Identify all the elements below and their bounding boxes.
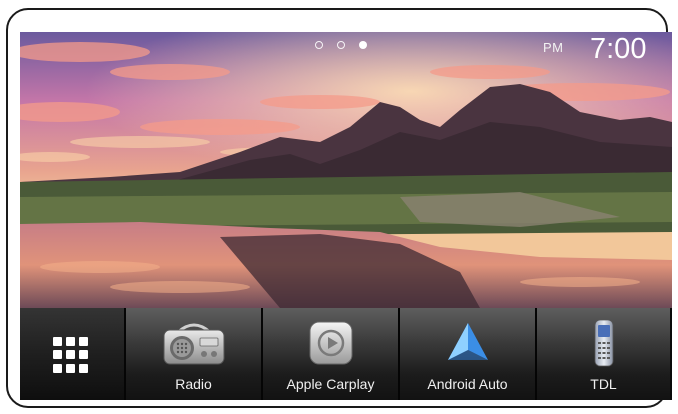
apple-carplay-app-button[interactable]: Apple Carplay <box>261 308 398 400</box>
phone-icon <box>594 319 613 367</box>
page-dot[interactable] <box>315 41 323 49</box>
status-bar: PM 7:00 <box>20 32 672 68</box>
radio-icon <box>163 323 224 365</box>
android-auto-label: Android Auto <box>427 376 508 392</box>
wallpaper-image <box>20 32 672 308</box>
page-dot-active[interactable] <box>359 41 367 49</box>
page-indicator[interactable] <box>315 41 367 49</box>
tdl-label: TDL <box>590 376 617 392</box>
app-dock: Radio Apple Carplay Android Auto TDL <box>20 308 672 400</box>
radio-label: Radio <box>175 376 212 392</box>
apps-menu-button[interactable] <box>20 308 124 400</box>
android-auto-app-button[interactable]: Android Auto <box>398 308 535 400</box>
clock-ampm: PM <box>543 40 564 55</box>
head-unit-screen: PM 7:00 Radio Apple Carplay Android Auto… <box>20 32 672 400</box>
apps-grid-icon <box>53 337 89 373</box>
clock-time: 7:00 <box>590 33 647 65</box>
tdl-app-button[interactable]: TDL <box>535 308 670 400</box>
apple-carplay-icon <box>309 321 352 365</box>
page-dot[interactable] <box>337 41 345 49</box>
android-auto-icon <box>447 323 488 360</box>
radio-app-button[interactable]: Radio <box>124 308 261 400</box>
apple-carplay-label: Apple Carplay <box>286 376 375 392</box>
